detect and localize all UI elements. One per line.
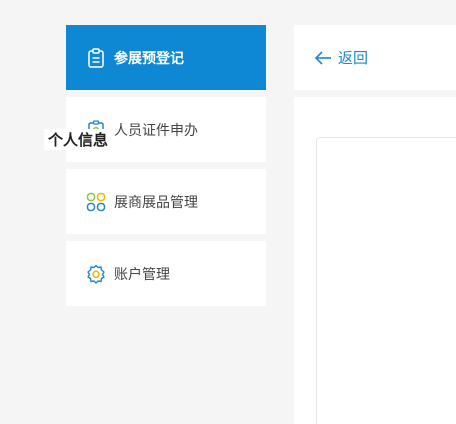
sidebar-item-label: 参展预登记 — [114, 50, 184, 67]
sidebar-item-label: 人员证件申办 — [114, 122, 198, 139]
sidebar-item-label: 账户管理 — [114, 266, 170, 283]
content-panel — [294, 97, 456, 424]
sidebar-item-exhibitor-products[interactable]: 展商展品管理 — [66, 169, 266, 234]
page: 参展预登记 人员证件申办 展商展品管理 账户管理 返回 个人信息 — [0, 0, 456, 424]
grid-apps-icon — [86, 192, 106, 212]
section-title: 个人信息 — [44, 129, 115, 150]
sidebar-item-pre-registration[interactable]: 参展预登记 — [66, 25, 266, 90]
clipboard-icon — [86, 47, 106, 68]
gear-icon — [86, 264, 106, 284]
back-button[interactable]: 返回 — [314, 47, 368, 68]
personal-info-section — [316, 137, 456, 424]
top-bar: 返回 — [294, 25, 456, 90]
back-label: 返回 — [338, 49, 369, 67]
arrow-left-icon — [314, 50, 332, 66]
sidebar-item-account[interactable]: 账户管理 — [66, 241, 266, 306]
sidebar-item-label: 展商展品管理 — [114, 194, 198, 211]
